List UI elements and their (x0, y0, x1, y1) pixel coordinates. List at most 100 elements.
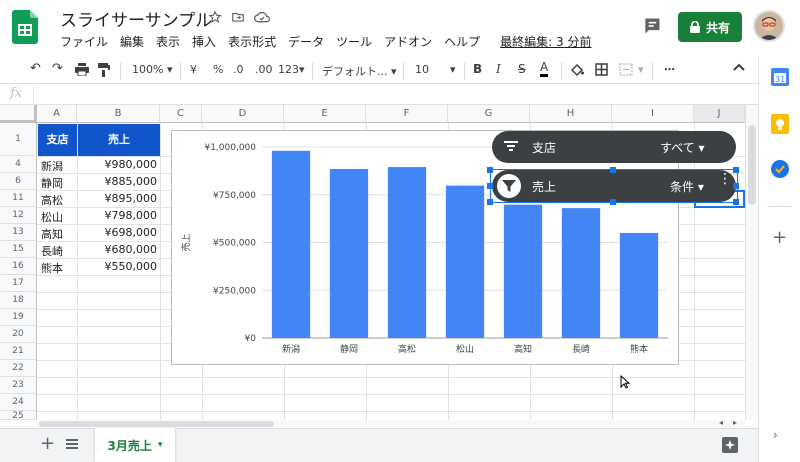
row-header[interactable]: 4 (0, 156, 37, 173)
menu-data[interactable]: データ (288, 33, 324, 50)
get-addons-icon[interactable]: + (772, 229, 787, 247)
row-header[interactable]: 11 (0, 190, 37, 207)
decrease-decimal-button[interactable]: .0 (233, 63, 244, 76)
column-header-d[interactable]: D (202, 105, 284, 123)
header-cell-branch[interactable]: 支店 (38, 124, 77, 156)
row-header[interactable]: 23 (0, 377, 37, 394)
column-header-b[interactable]: B (77, 105, 160, 123)
header-cell-sales[interactable]: 売上 (78, 124, 160, 156)
print-icon[interactable] (75, 63, 89, 76)
menu-format[interactable]: 表示形式 (228, 33, 276, 50)
scroll-right-icon[interactable]: ▸ (733, 418, 737, 427)
column-header-g[interactable]: G (448, 105, 530, 123)
more-tools-icon[interactable]: ⋯ (664, 63, 676, 76)
column-header-j[interactable]: J (694, 105, 745, 123)
bar-chart[interactable]: ¥0 ¥250,000 ¥500,000 ¥750,000 ¥1,000,000 売上 新潟… (171, 130, 679, 365)
all-sheets-icon[interactable] (66, 439, 78, 449)
resize-handle[interactable] (733, 183, 739, 189)
vertical-scrollbar[interactable] (745, 105, 758, 420)
column-header-h[interactable]: H (530, 105, 612, 123)
merge-cells-icon[interactable] (619, 63, 633, 76)
table-cell-branch[interactable]: 新潟 (41, 158, 63, 174)
borders-icon[interactable] (595, 63, 608, 76)
menu-view[interactable]: 表示 (156, 33, 180, 50)
scroll-left-icon[interactable]: ◂ (719, 418, 723, 427)
table-cell-sales[interactable]: ¥895,000 (78, 192, 158, 205)
paint-format-icon[interactable] (98, 63, 110, 77)
vertical-scroll-thumb[interactable] (748, 125, 756, 205)
column-header-i[interactable]: I (612, 105, 694, 123)
currency-format-button[interactable]: ¥ (190, 63, 197, 76)
table-cell-sales[interactable]: ¥980,000 (78, 158, 158, 171)
redo-icon[interactable]: ↷ (52, 61, 63, 76)
calendar-icon[interactable]: 31 (771, 68, 789, 86)
row-header[interactable]: 1 (0, 123, 37, 156)
percent-format-button[interactable]: % (213, 63, 223, 76)
row-header[interactable]: 19 (0, 309, 37, 326)
column-header-a[interactable]: A (37, 105, 77, 123)
select-all-corner[interactable] (0, 105, 37, 123)
resize-handle[interactable] (610, 199, 616, 205)
more-formats-select[interactable]: 123▾ (278, 63, 305, 76)
table-cell-sales[interactable]: ¥680,000 (78, 243, 158, 256)
menu-help[interactable]: ヘルプ (444, 33, 480, 50)
keep-icon[interactable] (771, 114, 789, 134)
sheet-tab-march-sales[interactable]: 3月売上 ▾ (95, 428, 175, 462)
formula-bar[interactable]: fx (0, 84, 758, 105)
table-cell-branch[interactable]: 長崎 (41, 243, 63, 259)
italic-button[interactable]: I (496, 62, 501, 76)
menu-file[interactable]: ファイル (60, 33, 108, 50)
explore-icon[interactable] (722, 437, 738, 453)
comment-history-icon[interactable] (642, 16, 662, 36)
add-sheet-icon[interactable]: + (40, 433, 55, 454)
table-cell-sales[interactable]: ¥550,000 (78, 260, 158, 273)
table-cell-sales[interactable]: ¥885,000 (78, 175, 158, 188)
menu-addons[interactable]: アドオン (384, 33, 432, 50)
move-folder-icon[interactable] (231, 10, 247, 26)
menu-edit[interactable]: 編集 (120, 33, 144, 50)
row-header[interactable]: 13 (0, 224, 37, 241)
font-family-select[interactable]: デフォルト... ▾ (322, 63, 397, 79)
undo-icon[interactable]: ↶ (30, 61, 41, 76)
star-icon[interactable] (208, 10, 224, 26)
table-cell-branch[interactable]: 高知 (41, 226, 63, 242)
slicer-branch-value[interactable]: すべて ▾ (660, 139, 705, 156)
row-header[interactable]: 22 (0, 360, 37, 377)
resize-handle[interactable] (733, 199, 739, 205)
column-header-e[interactable]: E (284, 105, 366, 123)
menu-tools[interactable]: ツール (336, 33, 372, 50)
zoom-select[interactable]: 100% ▾ (132, 63, 172, 76)
account-avatar[interactable] (753, 10, 785, 42)
resize-handle[interactable] (487, 199, 493, 205)
last-edit-link[interactable]: 最終編集: 3 分前 (500, 33, 591, 50)
resize-handle[interactable] (610, 167, 616, 173)
row-header[interactable]: 17 (0, 275, 37, 292)
table-cell-branch[interactable]: 熊本 (41, 260, 63, 276)
text-color-button[interactable]: A (540, 61, 549, 77)
fill-color-icon[interactable] (570, 63, 584, 77)
row-header[interactable]: 18 (0, 292, 37, 309)
increase-decimal-button[interactable]: .00 (255, 63, 273, 76)
table-cell-branch[interactable]: 松山 (41, 209, 63, 225)
cloud-saved-icon[interactable] (254, 10, 270, 26)
horizontal-scrollbar[interactable]: ◂ ▸ (37, 418, 745, 428)
bold-button[interactable]: B (473, 62, 482, 76)
table-cell-branch[interactable]: 静岡 (41, 175, 63, 191)
column-header-f[interactable]: F (366, 105, 448, 123)
row-header[interactable]: 6 (0, 173, 37, 190)
strikethrough-button[interactable]: S (518, 62, 526, 76)
row-header[interactable]: 12 (0, 207, 37, 224)
font-size-select[interactable]: 10 (415, 63, 429, 76)
row-header[interactable]: 20 (0, 326, 37, 343)
row-header[interactable]: 15 (0, 241, 37, 258)
menu-insert[interactable]: 挿入 (192, 33, 216, 50)
row-header[interactable]: 16 (0, 258, 37, 275)
font-size-dropdown-icon[interactable]: ▾ (450, 63, 456, 76)
resize-handle[interactable] (487, 183, 493, 189)
sheets-logo-icon[interactable] (12, 10, 38, 44)
table-cell-branch[interactable]: 高松 (41, 192, 63, 208)
merge-dropdown-icon[interactable]: ▾ (638, 63, 644, 76)
collapse-menus-icon[interactable] (733, 63, 745, 71)
column-header-c[interactable]: C (160, 105, 202, 123)
slicer-branch[interactable]: 支店 すべて ▾ (492, 131, 736, 163)
